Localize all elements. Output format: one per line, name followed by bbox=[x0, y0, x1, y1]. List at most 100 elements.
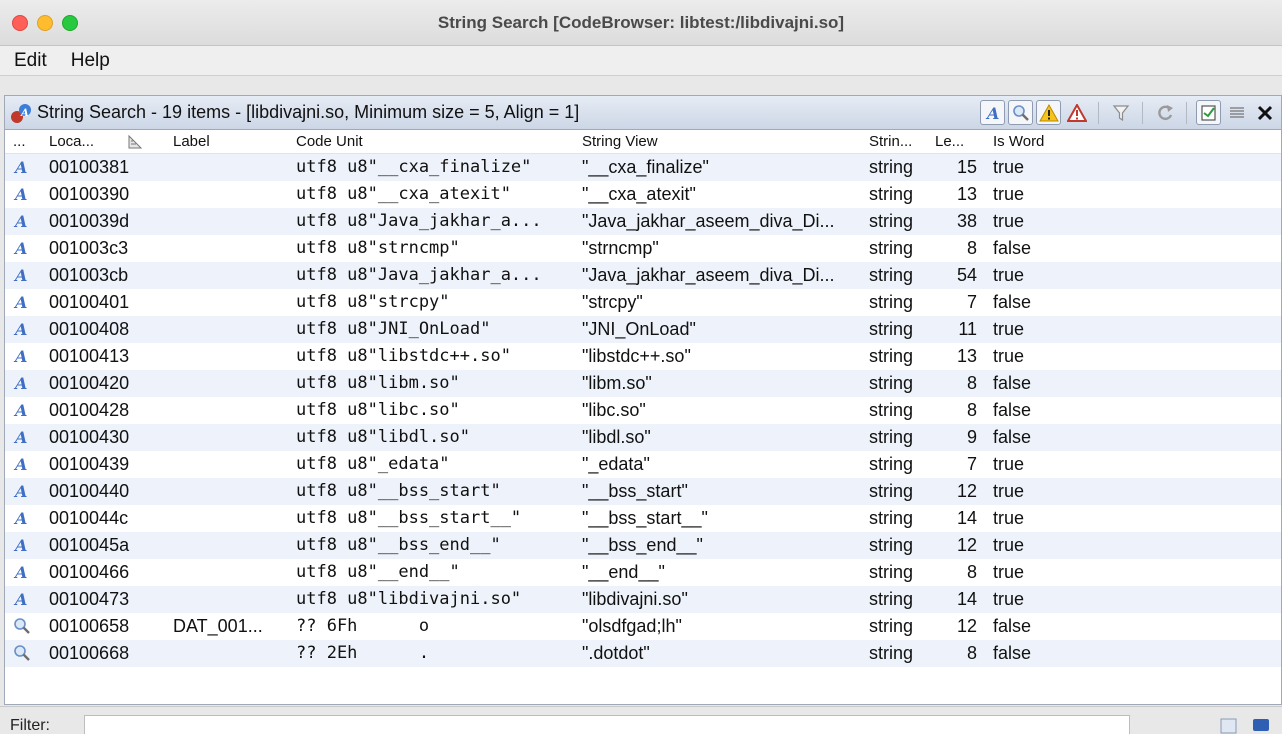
column-header-string-view[interactable]: String View bbox=[582, 133, 658, 150]
close-icon bbox=[1257, 105, 1272, 120]
table-row[interactable]: A 0010044c utf8 u8"__bss_start__" "__bss_st… bbox=[5, 505, 1281, 532]
table-row[interactable]: A 001003cb utf8 u8"Java_jakhar_a... "Java_j… bbox=[5, 262, 1281, 289]
cell-length: 54 bbox=[956, 265, 977, 285]
cell-is-word: false bbox=[993, 427, 1032, 447]
cell-string-type: string bbox=[869, 427, 914, 447]
show-partial-toggle[interactable] bbox=[1036, 100, 1061, 125]
cell-string-view: "__cxa_finalize" bbox=[582, 157, 709, 177]
close-panel-button[interactable] bbox=[1252, 100, 1277, 125]
menu-bar: Edit Help bbox=[0, 46, 1282, 76]
cell-is-word: true bbox=[993, 562, 1025, 582]
table-row[interactable]: A 00100390 utf8 u8"__cxa_atexit" "__cxa_ate… bbox=[5, 181, 1281, 208]
show-undefined-toggle[interactable] bbox=[1008, 100, 1033, 125]
column-filter-icon[interactable] bbox=[1250, 715, 1272, 734]
cell-length: 11 bbox=[958, 319, 977, 339]
cell-string-type: string bbox=[869, 481, 914, 501]
svg-text:A: A bbox=[13, 455, 27, 473]
table-row[interactable]: A 00100420 utf8 u8"libm.so" "libm.so" string… bbox=[5, 370, 1281, 397]
cell-location: 00100401 bbox=[49, 292, 130, 312]
cell-code-unit: utf8 u8"libdivajni.so" bbox=[296, 589, 522, 609]
warning-yellow-icon bbox=[1038, 103, 1059, 121]
string-search-panel: A String Search - 19 items - [libdivajni… bbox=[4, 95, 1282, 705]
cell-is-word: true bbox=[993, 346, 1025, 366]
filter-options-icon[interactable] bbox=[1218, 715, 1240, 734]
column-header-icon[interactable]: ... bbox=[13, 133, 26, 150]
svg-text:A: A bbox=[13, 347, 27, 365]
string-icon: A bbox=[13, 509, 27, 527]
svg-text:A: A bbox=[13, 590, 27, 608]
cell-code-unit: utf8 u8"__bss_start__" bbox=[296, 508, 522, 528]
table-row[interactable]: A 0010039d utf8 u8"Java_jakhar_a... "Java_j… bbox=[5, 208, 1281, 235]
table-row[interactable]: 00100658 DAT_001... ?? 6Fh o "olsdfgad;lh" s… bbox=[5, 613, 1281, 640]
make-selection-button[interactable] bbox=[1196, 100, 1221, 125]
cell-length: 7 bbox=[966, 454, 977, 474]
column-header-string-type[interactable]: Strin... bbox=[869, 133, 912, 150]
table-row[interactable]: A 00100401 utf8 u8"strcpy" "strcpy" string 7 f… bbox=[5, 289, 1281, 316]
filter-button[interactable] bbox=[1108, 100, 1133, 125]
svg-text:A: A bbox=[20, 108, 29, 119]
table-row[interactable]: A 00100428 utf8 u8"libc.so" "libc.so" string… bbox=[5, 397, 1281, 424]
table-row[interactable]: A 0010045a utf8 u8"__bss_end__" "__bss_end_… bbox=[5, 532, 1281, 559]
menu-help[interactable]: Help bbox=[71, 50, 110, 72]
table-row[interactable]: A 00100408 utf8 u8"JNI_OnLoad" "JNI_OnLoad"… bbox=[5, 316, 1281, 343]
cell-string-view: "strncmp" bbox=[582, 238, 659, 258]
table-row[interactable]: A 001003c3 utf8 u8"strncmp" "strncmp" string… bbox=[5, 235, 1281, 262]
table-row[interactable]: A 00100440 utf8 u8"__bss_start" "__bss_star… bbox=[5, 478, 1281, 505]
column-header-is-word[interactable]: Is Word bbox=[993, 133, 1044, 150]
table-row[interactable]: A 00100439 utf8 u8"_edata" "_edata" string 7 t… bbox=[5, 451, 1281, 478]
configure-columns-button[interactable] bbox=[1224, 100, 1249, 125]
column-header-length[interactable]: Le... bbox=[935, 133, 964, 150]
cell-length: 7 bbox=[966, 292, 977, 312]
sort-ascending-icon[interactable] bbox=[127, 134, 143, 150]
filter-input[interactable] bbox=[84, 715, 1130, 734]
refresh-button[interactable] bbox=[1152, 100, 1177, 125]
panel-header: A String Search - 19 items - [libdivajni… bbox=[5, 96, 1281, 130]
show-strings-toggle[interactable]: A bbox=[980, 100, 1005, 125]
string-icon: A bbox=[13, 590, 27, 608]
zoom-window-button[interactable] bbox=[62, 15, 78, 31]
cell-code-unit: utf8 u8"libstdc++.so" bbox=[296, 346, 511, 366]
string-icon: A bbox=[13, 212, 27, 230]
cell-length: 14 bbox=[956, 589, 977, 609]
table-row[interactable]: A 00100430 utf8 u8"libdl.so" "libdl.so" stri… bbox=[5, 424, 1281, 451]
cell-is-word: true bbox=[993, 211, 1025, 231]
cell-code-unit: utf8 u8"strcpy" bbox=[296, 292, 450, 312]
string-icon: A bbox=[13, 482, 27, 500]
column-header-label[interactable]: Label bbox=[173, 133, 210, 150]
cell-code-unit: utf8 u8"__end__" bbox=[296, 562, 460, 582]
minimize-window-button[interactable] bbox=[37, 15, 53, 31]
string-icon: A bbox=[13, 428, 27, 446]
column-header-code-unit[interactable]: Code Unit bbox=[296, 133, 363, 150]
column-header-location[interactable]: Loca... bbox=[49, 133, 94, 150]
table-row[interactable]: 00100668 ?? 2Eh . ".dotdot" string 8 false bbox=[5, 640, 1281, 667]
close-window-button[interactable] bbox=[12, 15, 28, 31]
cell-location: 0010044c bbox=[49, 508, 129, 528]
svg-text:A: A bbox=[13, 563, 27, 581]
filter-bar: Filter: bbox=[0, 706, 1282, 734]
string-letter-icon: A bbox=[985, 104, 999, 122]
table-row[interactable]: A 00100473 utf8 u8"libdivajni.so" "libdivaj… bbox=[5, 586, 1281, 613]
cell-location: 00100658 bbox=[49, 616, 130, 636]
cell-code-unit: utf8 u8"__bss_end__" bbox=[296, 535, 501, 555]
cell-string-view: "strcpy" bbox=[582, 292, 643, 312]
show-conflicts-toggle[interactable] bbox=[1064, 100, 1089, 125]
cell-string-type: string bbox=[869, 157, 914, 177]
string-icon: A bbox=[13, 401, 27, 419]
table-row[interactable]: A 00100381 utf8 u8"__cxa_finalize" "__cxa_f… bbox=[5, 154, 1281, 181]
magnifier-icon bbox=[14, 618, 30, 634]
table-row[interactable]: A 00100466 utf8 u8"__end__" "__end__" string… bbox=[5, 559, 1281, 586]
cell-label: DAT_001... bbox=[173, 616, 263, 636]
cell-length: 8 bbox=[966, 643, 977, 663]
cell-string-view: "__bss_start__" bbox=[582, 508, 708, 528]
cell-location: 00100381 bbox=[49, 157, 130, 177]
cell-code-unit: ?? 6Fh o bbox=[296, 616, 430, 636]
cell-location: 00100420 bbox=[49, 373, 130, 393]
cell-location: 00100390 bbox=[49, 184, 130, 204]
toolbar-separator bbox=[1098, 101, 1099, 124]
menu-edit[interactable]: Edit bbox=[14, 50, 47, 72]
table-row[interactable]: A 00100413 utf8 u8"libstdc++.so" "libstdc++… bbox=[5, 343, 1281, 370]
cell-is-word: true bbox=[993, 535, 1025, 555]
svg-text:A: A bbox=[13, 266, 27, 284]
svg-text:A: A bbox=[13, 428, 27, 446]
filter-label: Filter: bbox=[10, 717, 50, 734]
